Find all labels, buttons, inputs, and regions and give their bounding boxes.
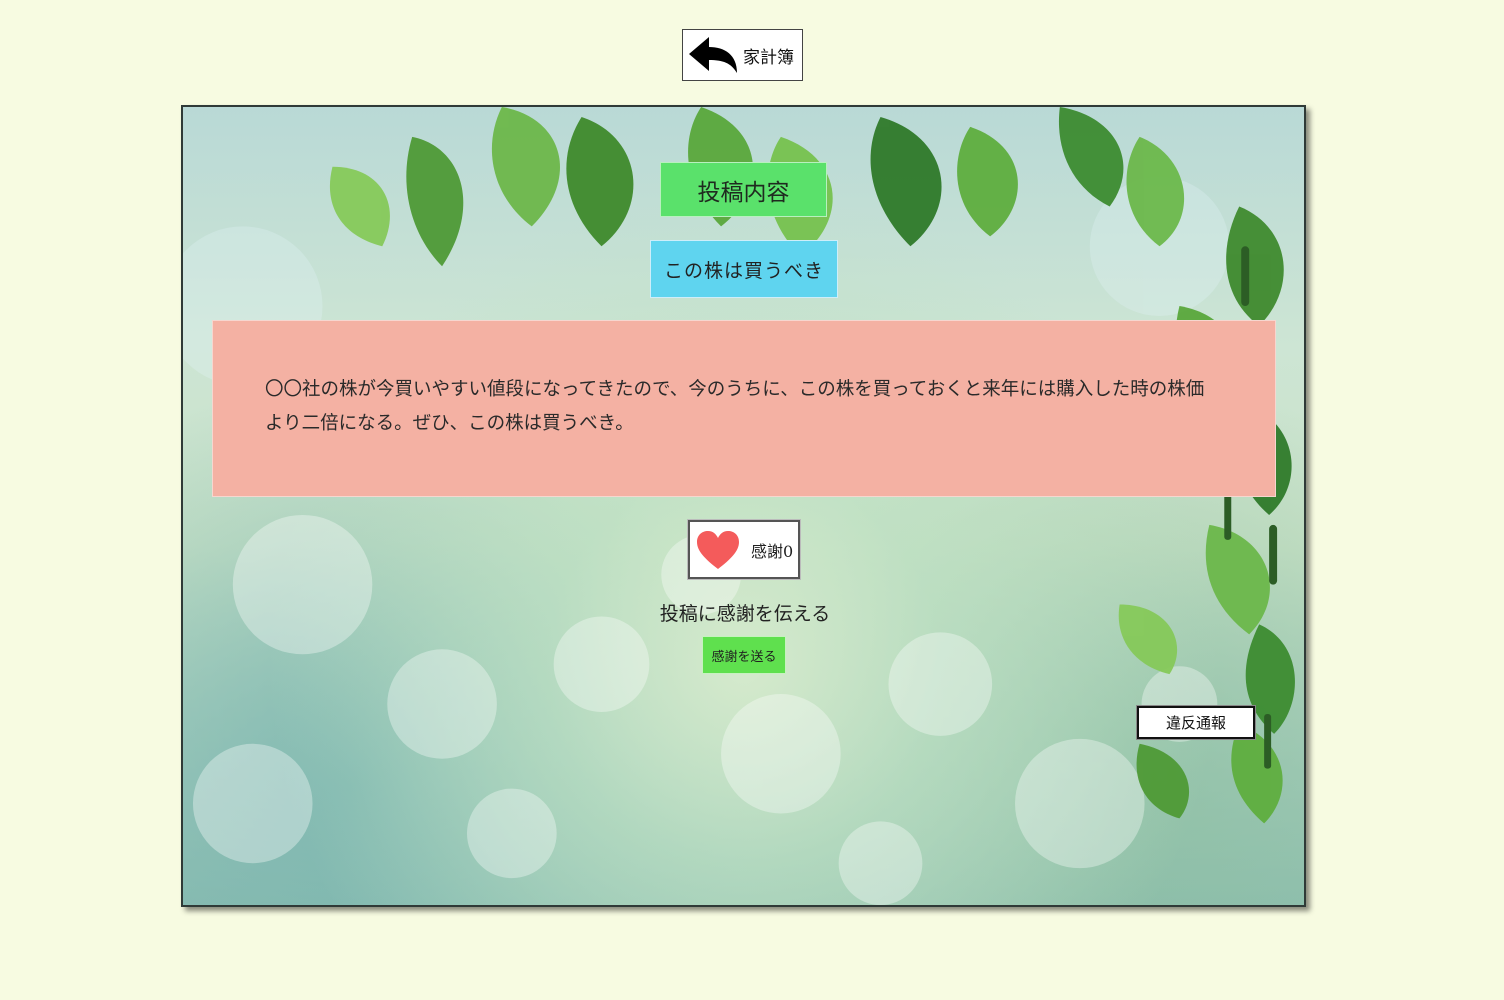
post-body: 〇〇社の株が今買いやすい値段になってきたので、今のうちに、この株を買っておくと来… bbox=[212, 320, 1276, 497]
heart-icon bbox=[697, 530, 739, 569]
thanks-count-label: 感謝0 bbox=[751, 541, 794, 561]
report-violation-button[interactable]: 違反通報 bbox=[1136, 705, 1256, 740]
thanks-caption: 投稿に感謝を伝える bbox=[659, 603, 831, 625]
post-panel: 投稿内容 この株は買うべき 〇〇社の株が今買いやすい値段になってきたので、今のう… bbox=[181, 105, 1306, 907]
post-subject: この株は買うべき bbox=[650, 240, 838, 298]
back-arrow-icon bbox=[689, 37, 737, 73]
back-button[interactable]: 家計簿 bbox=[682, 29, 803, 81]
post-section-title: 投稿内容 bbox=[660, 162, 827, 217]
send-thanks-button[interactable]: 感謝を送る bbox=[702, 636, 786, 674]
leaf-background-image bbox=[183, 107, 1295, 905]
thanks-counter: 感謝0 bbox=[687, 519, 801, 580]
back-button-label: 家計簿 bbox=[743, 47, 794, 68]
